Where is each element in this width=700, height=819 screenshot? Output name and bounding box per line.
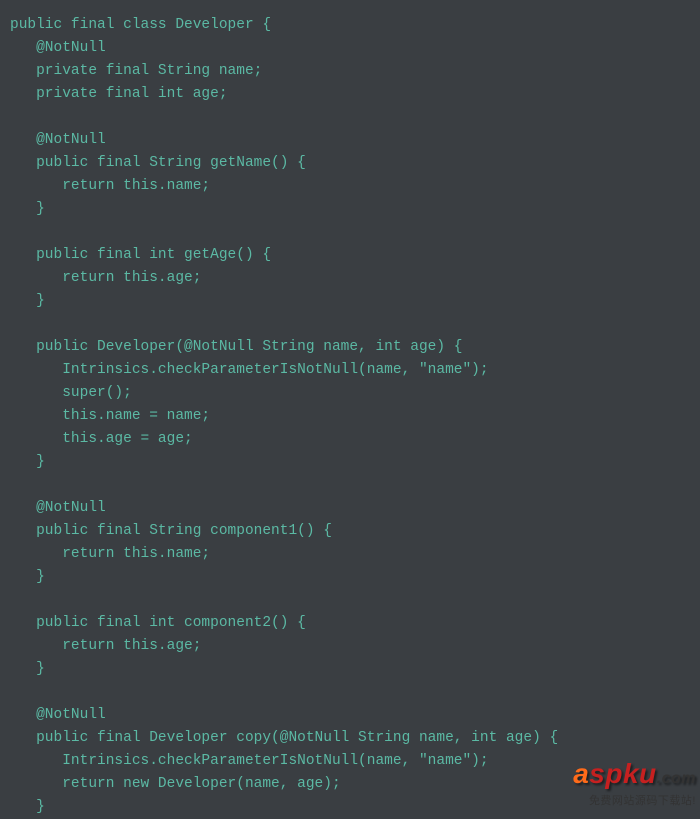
code-line: public final Developer copy(@NotNull Str…	[10, 727, 690, 750]
code-line: private final String name;	[10, 60, 690, 83]
code-line: return this.age;	[10, 635, 690, 658]
code-line: @NotNull	[10, 497, 690, 520]
code-line	[10, 589, 690, 612]
watermark-logo: aspku.com	[573, 763, 696, 790]
watermark-com: .com	[657, 770, 696, 787]
watermark-spku: spku	[589, 758, 656, 789]
code-line: public final class Developer {	[10, 14, 690, 37]
code-line: }	[10, 290, 690, 313]
code-line: Intrinsics.checkParameterIsNotNull(name,…	[10, 359, 690, 382]
code-line	[10, 474, 690, 497]
code-line	[10, 221, 690, 244]
code-line: super();	[10, 382, 690, 405]
code-line: this.name = name;	[10, 405, 690, 428]
code-line: public final String component1() {	[10, 520, 690, 543]
code-line: public Developer(@NotNull String name, i…	[10, 336, 690, 359]
code-line: public final int component2() {	[10, 612, 690, 635]
code-line: }	[10, 566, 690, 589]
code-line: public final String getName() {	[10, 152, 690, 175]
code-line: return this.name;	[10, 175, 690, 198]
watermark-tagline: 免费网站源码下载站!	[573, 790, 696, 813]
code-line: public final int getAge() {	[10, 244, 690, 267]
code-line	[10, 106, 690, 129]
code-line: return this.age;	[10, 267, 690, 290]
code-line: @NotNull	[10, 129, 690, 152]
code-line: @NotNull	[10, 704, 690, 727]
code-line	[10, 313, 690, 336]
code-line: }	[10, 198, 690, 221]
watermark: aspku.com 免费网站源码下载站!	[573, 763, 696, 813]
code-line: }	[10, 451, 690, 474]
watermark-letter-a: a	[573, 758, 589, 789]
code-line: }	[10, 658, 690, 681]
code-line: return this.name;	[10, 543, 690, 566]
code-line	[10, 681, 690, 704]
code-line: @NotNull	[10, 37, 690, 60]
code-line: this.age = age;	[10, 428, 690, 451]
code-line: private final int age;	[10, 83, 690, 106]
code-block: public final class Developer { @NotNull …	[10, 14, 690, 819]
